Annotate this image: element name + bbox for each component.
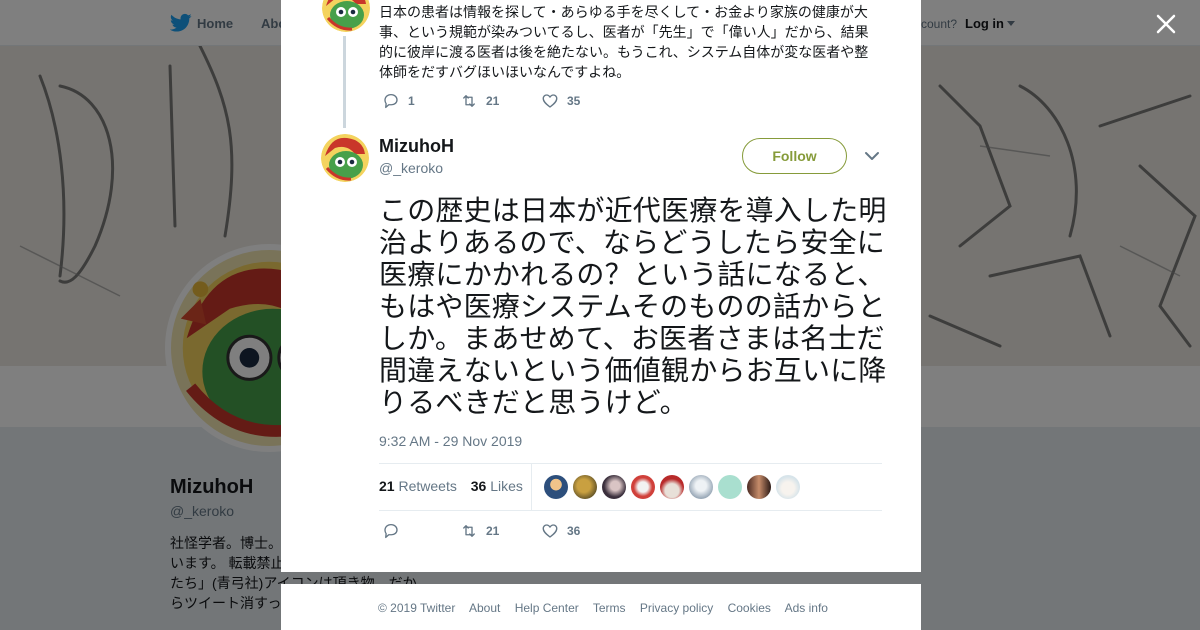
thread-connector-line xyxy=(343,36,346,128)
previous-tweet-actions: 1 21 35 xyxy=(382,92,682,112)
liker-avatar[interactable] xyxy=(747,475,771,499)
divider xyxy=(531,464,532,510)
liker-avatar[interactable] xyxy=(573,475,597,499)
retweets-stat-label: Retweets xyxy=(398,478,457,494)
liker-avatar[interactable] xyxy=(776,475,800,499)
reply-button[interactable] xyxy=(382,522,400,540)
heart-icon xyxy=(542,524,558,538)
follow-button[interactable]: Follow xyxy=(742,138,847,174)
liker-avatar[interactable] xyxy=(631,475,655,499)
likes-stat-label: Likes xyxy=(490,478,523,494)
avatar[interactable] xyxy=(322,0,370,32)
retweets-stat-count: 21 xyxy=(379,478,395,494)
liker-avatar[interactable] xyxy=(602,475,626,499)
liker-avatar[interactable] xyxy=(689,475,713,499)
like-count: 35 xyxy=(567,94,581,108)
liker-avatar[interactable] xyxy=(544,475,568,499)
reply-button[interactable]: 1 xyxy=(382,92,415,110)
divider xyxy=(379,510,882,511)
heart-icon xyxy=(542,94,558,108)
likes-stat[interactable]: 36 Likes xyxy=(471,478,523,494)
footer-link-ads-info[interactable]: Ads info xyxy=(785,601,828,615)
tweet-timestamp[interactable]: 9:32 AM - 29 Nov 2019 xyxy=(379,433,522,449)
tweet-actions: 21 36 xyxy=(382,522,682,542)
like-button[interactable]: 35 xyxy=(541,92,580,110)
retweets-stat[interactable]: 21 Retweets xyxy=(379,478,457,494)
close-icon[interactable] xyxy=(1152,10,1180,38)
retweet-icon xyxy=(463,95,475,107)
like-button[interactable]: 36 xyxy=(541,522,580,540)
like-count: 36 xyxy=(567,524,581,538)
reply-count: 1 xyxy=(408,94,415,108)
footer-links: © 2019 Twitter About Help Center Terms P… xyxy=(378,601,839,615)
footer: © 2019 Twitter About Help Center Terms P… xyxy=(281,584,921,630)
likes-stat-count: 36 xyxy=(470,478,487,494)
reply-icon xyxy=(384,523,398,539)
liker-avatar[interactable] xyxy=(660,475,684,499)
avatar[interactable] xyxy=(321,134,369,182)
footer-link-terms[interactable]: Terms xyxy=(593,601,626,615)
previous-tweet-text: 日本の患者は情報を探して・あらゆる手を尽くして・お金より家族の健康が大事、という… xyxy=(379,4,869,80)
footer-link-about[interactable]: About xyxy=(469,601,500,615)
footer-link-help-center[interactable]: Help Center xyxy=(515,601,579,615)
liker-avatar[interactable] xyxy=(718,475,742,499)
tweet-stats: 21 Retweets 36 Likes xyxy=(379,478,533,494)
retweet-icon xyxy=(463,525,475,537)
retweet-button[interactable]: 21 xyxy=(460,92,499,110)
reply-icon xyxy=(384,93,398,109)
chevron-down-icon[interactable] xyxy=(864,150,880,162)
retweet-count: 21 xyxy=(486,94,500,108)
tweet-text: この歴史は日本が近代医療を導入した明治よりあるので、ならどうしたら安全に医療にか… xyxy=(379,194,887,419)
author-handle[interactable]: @_keroko xyxy=(379,160,443,176)
tweet-permalink-modal: 日本の患者は情報を探して・あらゆる手を尽くして・お金より家族の健康が大事、という… xyxy=(281,0,921,572)
retweet-count: 21 xyxy=(486,524,500,538)
footer-link-privacy[interactable]: Privacy policy xyxy=(640,601,713,615)
retweet-button[interactable]: 21 xyxy=(460,522,499,540)
author-name[interactable]: MizuhoH xyxy=(379,136,454,157)
divider xyxy=(379,463,882,464)
footer-copyright: © 2019 Twitter xyxy=(378,601,456,615)
footer-link-cookies[interactable]: Cookies xyxy=(728,601,771,615)
